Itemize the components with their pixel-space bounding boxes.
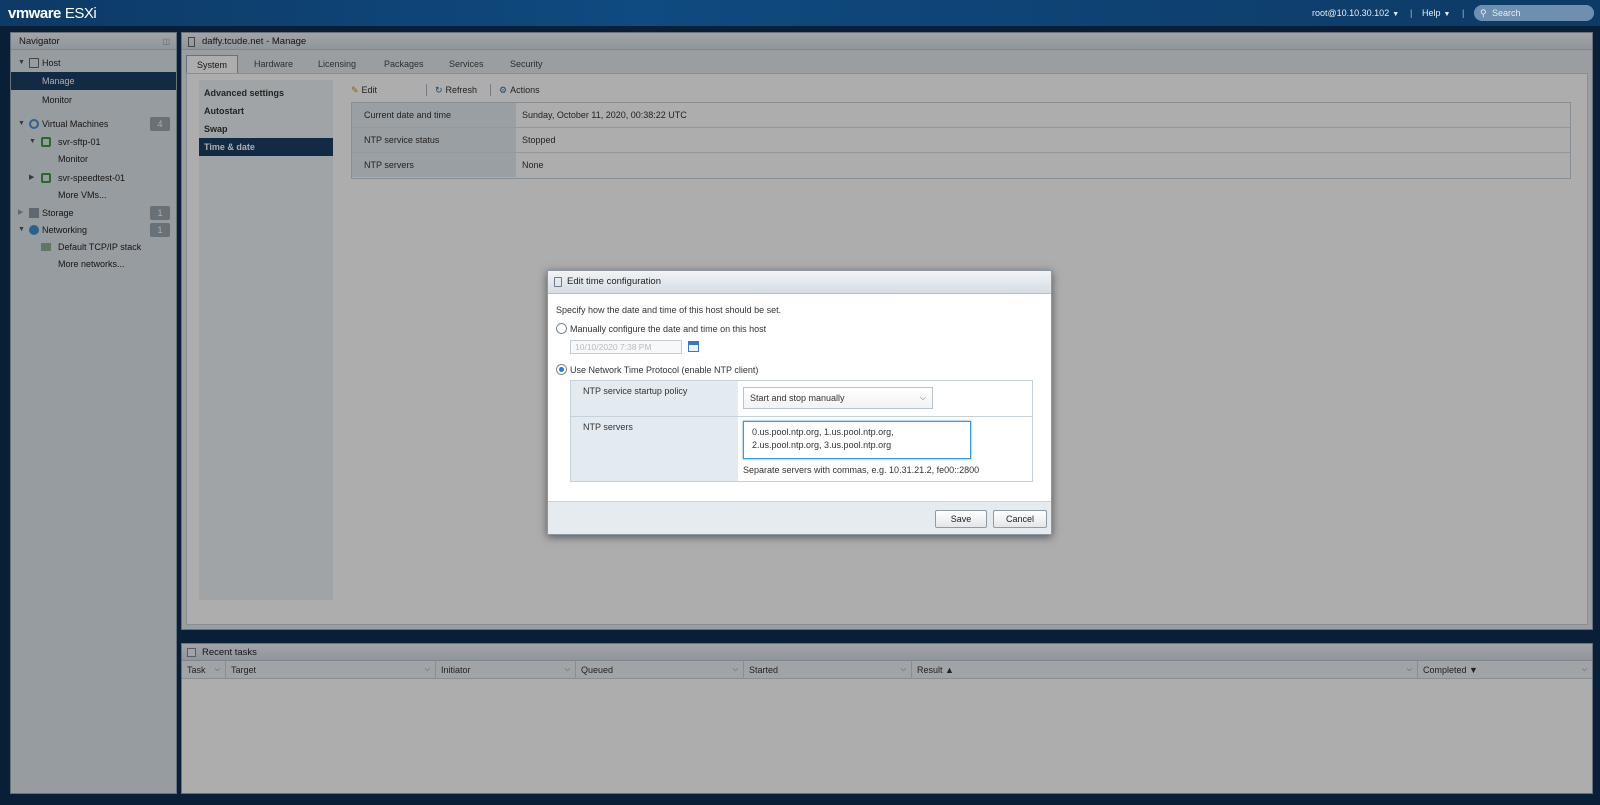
- ntp-policy-row: NTP service startup policy Start and sto…: [571, 381, 1032, 417]
- edit-time-dialog: Edit time configuration Specify how the …: [547, 270, 1052, 535]
- dialog-intro-text: Specify how the date and time of this ho…: [556, 305, 782, 315]
- separator: |: [1462, 8, 1465, 18]
- calendar-icon[interactable]: [688, 341, 699, 352]
- ntp-servers-input[interactable]: 0.us.pool.ntp.org, 1.us.pool.ntp.org, 2.…: [743, 421, 971, 459]
- logo-esxi: ESXi: [64, 5, 97, 22]
- host-icon: [554, 277, 562, 287]
- ntp-servers-row: NTP servers 0.us.pool.ntp.org, 1.us.pool…: [571, 417, 1032, 481]
- top-bar: vmware ESXi root@10.10.30.102 ▼ | Help ▼ | …: [0, 0, 1600, 26]
- manual-option[interactable]: Manually configure the date and time on …: [556, 323, 766, 334]
- date-time-input[interactable]: 10/10/2020 7:38 PM: [570, 340, 682, 354]
- ntp-servers-label: NTP servers: [571, 417, 738, 481]
- ntp-radio[interactable]: [556, 364, 567, 375]
- dialog-title: Edit time configuration: [567, 276, 661, 287]
- dialog-footer: Save Cancel: [548, 501, 1051, 534]
- save-button[interactable]: Save: [935, 510, 987, 528]
- separator: |: [1410, 8, 1413, 18]
- search-icon: ⚲: [1480, 8, 1487, 18]
- help-label: Help: [1422, 8, 1441, 18]
- chevron-down-icon: ⌵: [919, 393, 926, 402]
- user-label: root@10.10.30.102: [1312, 8, 1390, 18]
- ntp-policy-select[interactable]: Start and stop manually ⌵: [743, 387, 933, 409]
- ntp-policy-value: Start and stop manually: [750, 393, 845, 403]
- manual-radio[interactable]: [556, 323, 567, 334]
- search-input[interactable]: ⚲ Search: [1474, 5, 1594, 21]
- user-menu[interactable]: root@10.10.30.102 ▼: [1312, 8, 1399, 18]
- ntp-option[interactable]: Use Network Time Protocol (enable NTP cl…: [556, 364, 758, 375]
- chevron-down-icon: ▼: [1392, 11, 1400, 18]
- search-placeholder: Search: [1492, 8, 1521, 18]
- ntp-settings-table: NTP service startup policy Start and sto…: [570, 380, 1033, 482]
- manual-radio-label: Manually configure the date and time on …: [570, 323, 767, 334]
- vmware-esxi-logo: vmware ESXi: [8, 5, 97, 22]
- ntp-policy-label: NTP service startup policy: [571, 381, 738, 416]
- ntp-radio-label: Use Network Time Protocol (enable NTP cl…: [570, 364, 759, 375]
- logo-vmware: vmware: [8, 5, 61, 22]
- ntp-servers-hint: Separate servers with commas, e.g. 10.31…: [743, 465, 980, 475]
- help-menu[interactable]: Help ▼: [1422, 8, 1450, 18]
- chevron-down-icon: ▼: [1443, 11, 1451, 18]
- dialog-title-bar: Edit time configuration: [548, 271, 1051, 294]
- cancel-button[interactable]: Cancel: [993, 510, 1047, 528]
- dialog-body: Specify how the date and time of this ho…: [548, 294, 1051, 501]
